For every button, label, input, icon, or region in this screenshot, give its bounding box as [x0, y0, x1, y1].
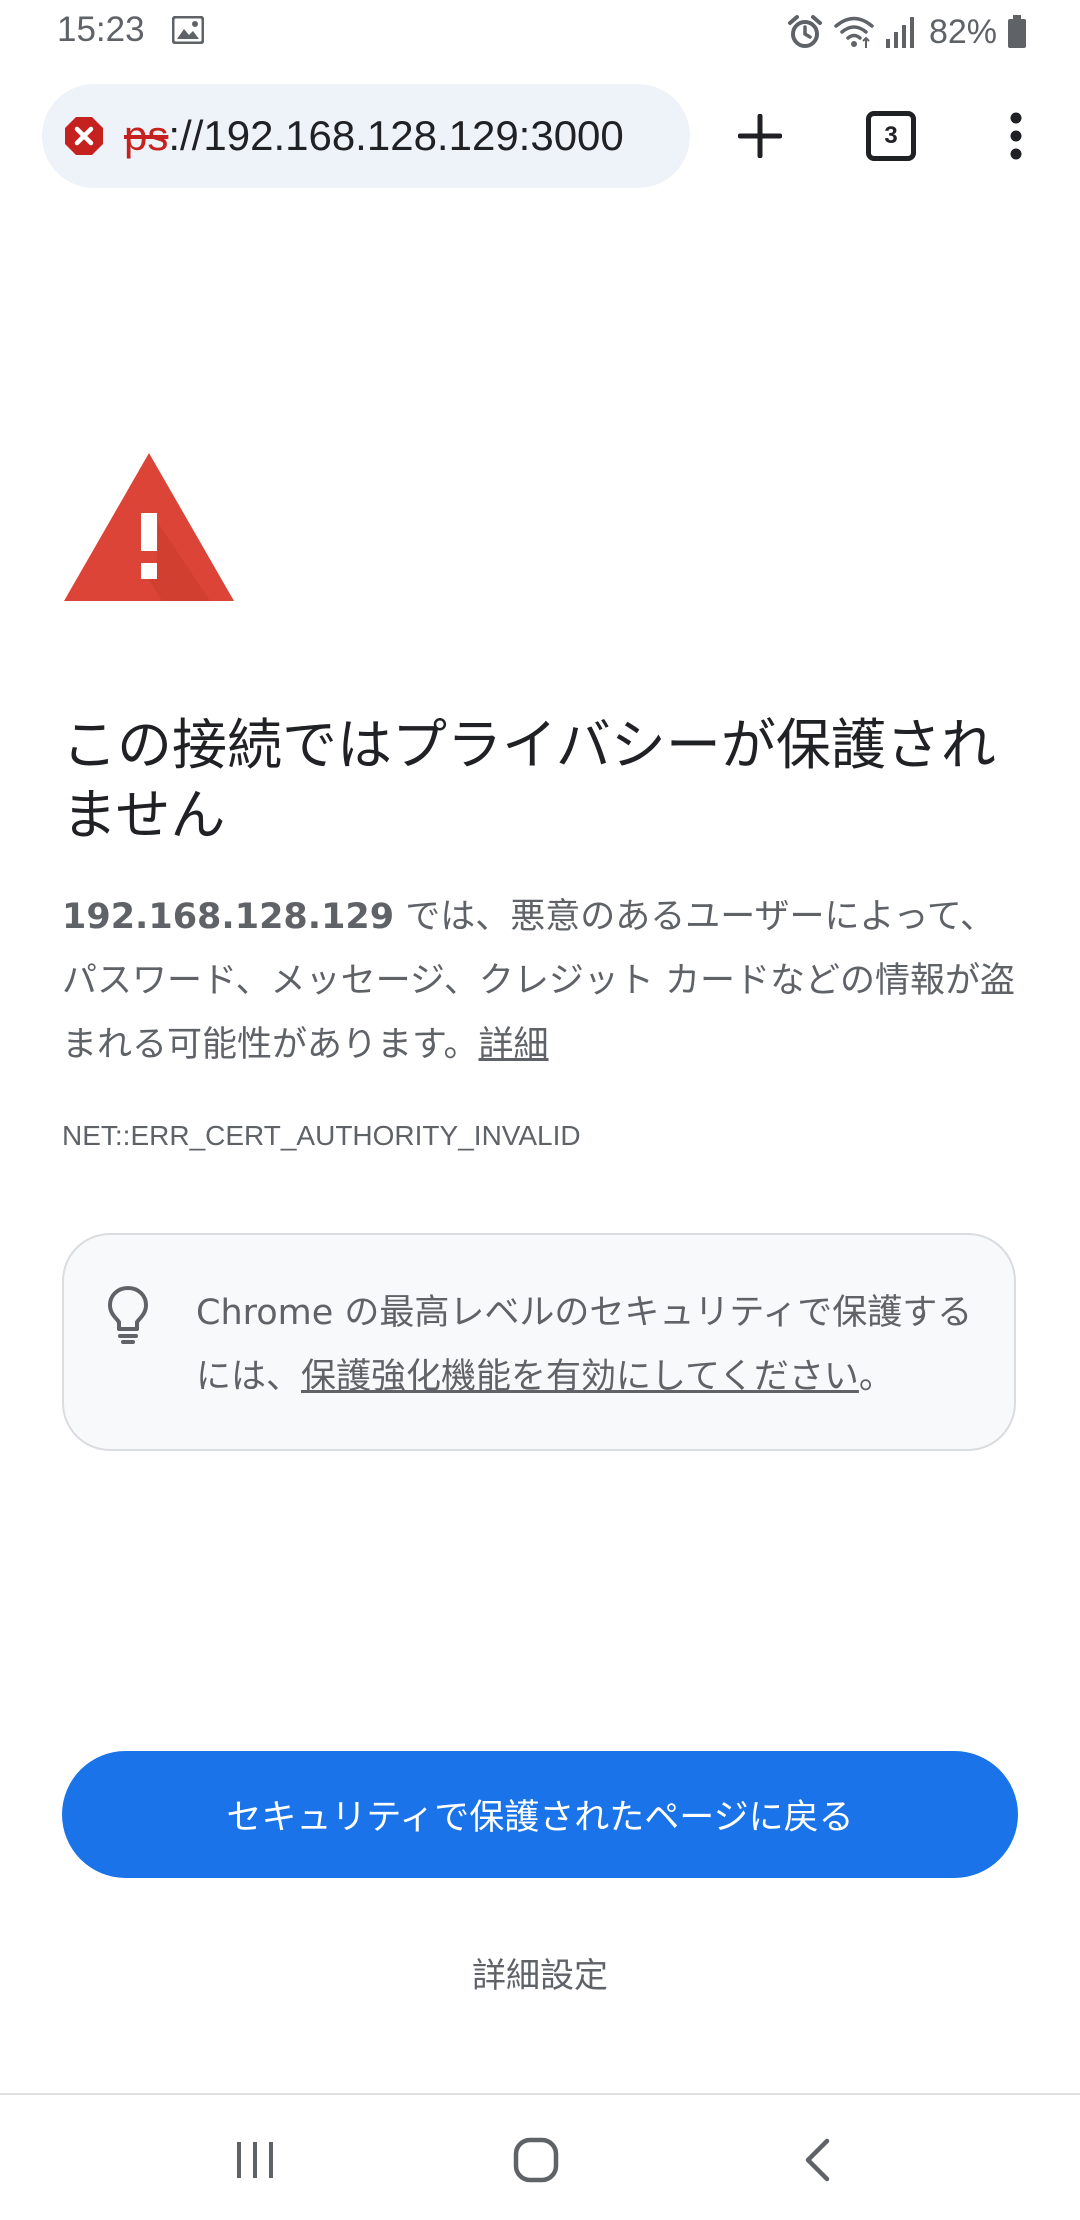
omnibox[interactable]: ps://192.168.128.129:3000 — [42, 84, 690, 188]
tab-count: 3 — [884, 122, 898, 149]
back-to-safety-button[interactable]: セキュリティで保護されたページに戻る — [62, 1751, 1018, 1878]
battery-percent: 82% — [928, 12, 997, 51]
advanced-button[interactable]: 詳細設定 — [340, 1940, 740, 2004]
tip-text: Chrome の最高レベルのセキュリティで保護するには、保護強化機能を有効にして… — [196, 1281, 996, 1409]
new-tab-button[interactable] — [708, 84, 812, 188]
home-icon — [513, 2137, 559, 2183]
more-vert-icon — [1010, 112, 1022, 160]
status-time: 15:23 — [57, 10, 145, 49]
url-scheme: ps — [124, 112, 169, 159]
tab-switcher-icon: 3 — [866, 111, 916, 161]
browser-toolbar: ps://192.168.128.129:3000 3 — [0, 84, 1080, 188]
plus-icon — [738, 114, 782, 158]
chrome-ssl-interstitial-page: 15:23 82% ps://192.168.128.129:3000 3 この… — [0, 0, 1080, 2220]
error-icon[interactable] — [64, 116, 104, 156]
main-message: 192.168.128.129 では、悪意のあるユーザーによって、パスワード、メ… — [62, 885, 1022, 1077]
enhanced-protection-tip: Chrome の最高レベルのセキュリティで保護するには、保護強化機能を有効にして… — [62, 1233, 1016, 1451]
recents-icon — [237, 2142, 273, 2178]
status-bar: 15:23 82% — [0, 0, 1080, 64]
lightbulb-icon — [108, 1286, 148, 1344]
recents-button[interactable] — [195, 2115, 315, 2205]
alarm-icon — [787, 15, 822, 48]
url-host: ://192.168.128.129:3000 — [168, 112, 624, 159]
gallery-icon — [172, 16, 204, 44]
status-icons: 82% — [787, 12, 1027, 52]
back-icon — [805, 2138, 830, 2182]
back-button[interactable] — [757, 2115, 877, 2205]
host-name: 192.168.128.129 — [62, 897, 395, 937]
page-title: この接続ではプライバシーが保護されません — [62, 713, 996, 847]
url-text[interactable]: ps://192.168.128.129:3000 — [124, 110, 684, 162]
battery-icon — [1008, 15, 1026, 48]
navigation-bar — [0, 2095, 1080, 2220]
enhanced-protection-link[interactable]: 保護強化機能を有効にしてください — [301, 1357, 859, 1397]
error-code: NET::ERR_CERT_AUTHORITY_INVALID — [62, 1120, 581, 1151]
tip-text-after: 。 — [858, 1357, 894, 1397]
menu-button[interactable] — [964, 84, 1068, 188]
learn-more-link[interactable]: 詳細 — [479, 1025, 549, 1065]
warning-icon — [64, 453, 234, 601]
tab-switcher-button[interactable]: 3 — [839, 84, 943, 188]
home-button[interactable] — [476, 2115, 596, 2205]
wifi-icon — [834, 16, 874, 48]
signal-icon — [885, 17, 914, 48]
